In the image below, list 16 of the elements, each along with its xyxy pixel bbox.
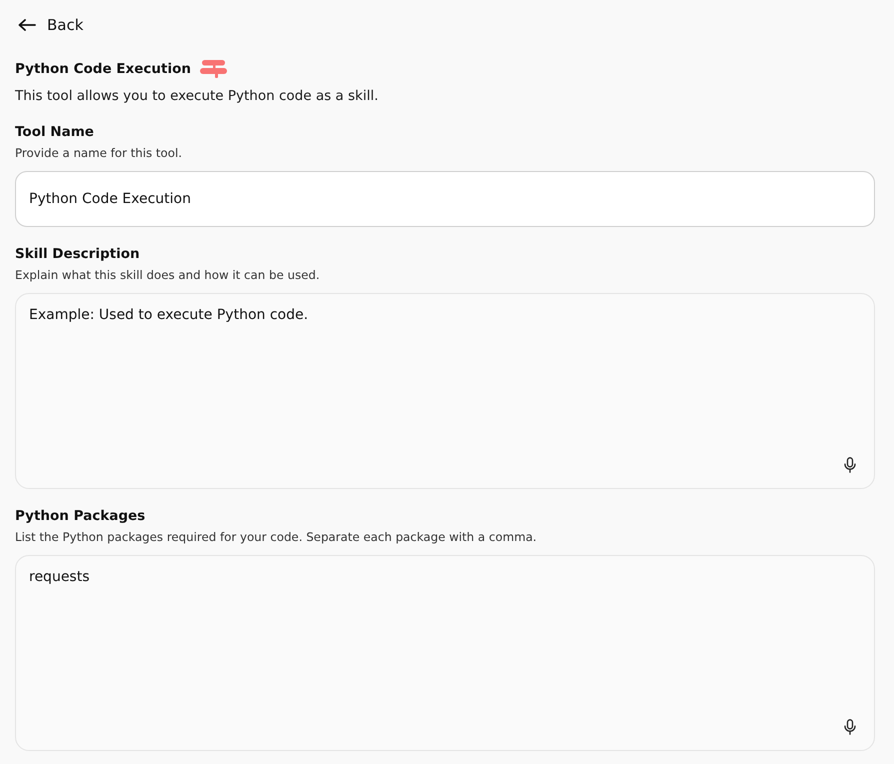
field-label: Tool Name: [15, 123, 95, 141]
microphone-icon[interactable]: [844, 457, 856, 473]
text-area-field[interactable]: requests: [15, 555, 875, 751]
arrow-left-icon: [18, 19, 36, 31]
field-hint: Explain what this skill does and how it can be used.: [15, 268, 321, 282]
back-button[interactable]: Back: [15, 14, 86, 36]
text-input-field[interactable]: Python Code Execution: [15, 171, 875, 227]
field-hint: Provide a name for this tool.: [15, 146, 183, 160]
field-label: Python Packages: [15, 507, 146, 525]
signpost-icon: [200, 59, 228, 79]
field-hint: List the Python packages required for your code. Separate each package with a comma.: [15, 530, 538, 544]
tool-title: Python Code Execution: [15, 60, 191, 78]
text-area-field[interactable]: Example: Used to execute Python code.: [15, 293, 875, 489]
microphone-icon[interactable]: [844, 719, 856, 735]
field-label: Skill Description: [15, 245, 141, 263]
tool-description: This tool allows you to execute Python code as a skill.: [15, 87, 380, 105]
